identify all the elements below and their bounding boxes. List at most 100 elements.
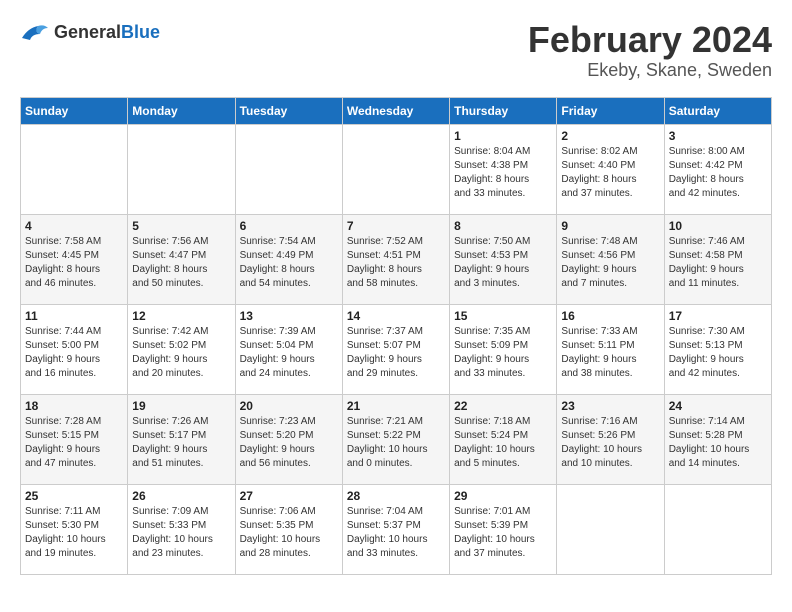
calendar-header-row: SundayMondayTuesdayWednesdayThursdayFrid… [21,97,772,124]
day-number: 3 [669,129,767,143]
calendar-cell: 14 Sunrise: 7:37 AM Sunset: 5:07 PM Dayli… [342,304,449,394]
calendar-cell: 12Sunrise: 7:42 AM Sunset: 5:02 PM Dayli… [128,304,235,394]
day-number: 25 [25,489,123,503]
calendar-week-2: 4 Sunrise: 7:58 AM Sunset: 4:45 PM Daylig… [21,214,772,304]
day-info: Sunrise: 7:01 AM Sunset: 5:39 PM Dayligh… [454,505,552,561]
day-info: Sunrise: 7:30 AM Sunset: 5:13 PM Dayligh… [669,325,767,381]
day-number: 10 [669,219,767,233]
day-number: 22 [454,399,552,413]
day-number: 23 [561,399,659,413]
calendar-cell [128,124,235,214]
day-info: Sunrise: 7:56 AM Sunset: 4:47 PM Dayligh… [132,235,230,291]
weekday-header-tuesday: Tuesday [235,97,342,124]
day-number: 9 [561,219,659,233]
day-info: Sunrise: 7:35 AM Sunset: 5:09 PM Dayligh… [454,325,552,381]
logo-general: General [54,22,121,42]
calendar-cell: 6 Sunrise: 7:54 AM Sunset: 4:49 PM Daylig… [235,214,342,304]
day-info: Sunrise: 8:00 AM Sunset: 4:42 PM Dayligh… [669,145,767,201]
day-number: 13 [240,309,338,323]
day-number: 27 [240,489,338,503]
day-info: Sunrise: 7:21 AM Sunset: 5:22 PM Dayligh… [347,415,445,471]
calendar-cell: 24Sunrise: 7:14 AM Sunset: 5:28 PM Dayli… [664,394,771,484]
weekday-header-monday: Monday [128,97,235,124]
calendar-cell: 28Sunrise: 7:04 AM Sunset: 5:37 PM Dayli… [342,484,449,574]
day-info: Sunrise: 8:04 AM Sunset: 4:38 PM Dayligh… [454,145,552,201]
calendar-cell: 13 Sunrise: 7:39 AM Sunset: 5:04 PM Dayli… [235,304,342,394]
weekday-header-wednesday: Wednesday [342,97,449,124]
day-info: Sunrise: 7:48 AM Sunset: 4:56 PM Dayligh… [561,235,659,291]
day-number: 11 [25,309,123,323]
calendar-cell [342,124,449,214]
day-number: 5 [132,219,230,233]
calendar-cell [557,484,664,574]
calendar-cell: 15 Sunrise: 7:35 AM Sunset: 5:09 PM Dayli… [450,304,557,394]
calendar-cell: 27 Sunrise: 7:06 AM Sunset: 5:35 PM Dayli… [235,484,342,574]
calendar-week-3: 11 Sunrise: 7:44 AM Sunset: 5:00 PM Dayli… [21,304,772,394]
calendar-cell: 8Sunrise: 7:50 AM Sunset: 4:53 PM Daylig… [450,214,557,304]
calendar-cell [664,484,771,574]
calendar-cell: 11 Sunrise: 7:44 AM Sunset: 5:00 PM Dayli… [21,304,128,394]
calendar-week-5: 25 Sunrise: 7:11 AM Sunset: 5:30 PM Dayli… [21,484,772,574]
calendar-cell: 16 Sunrise: 7:33 AM Sunset: 5:11 PM Dayli… [557,304,664,394]
day-number: 1 [454,129,552,143]
day-number: 4 [25,219,123,233]
day-info: Sunrise: 7:18 AM Sunset: 5:24 PM Dayligh… [454,415,552,471]
day-number: 7 [347,219,445,233]
calendar-cell: 9 Sunrise: 7:48 AM Sunset: 4:56 PM Daylig… [557,214,664,304]
logo-icon [20,20,50,44]
day-info: Sunrise: 7:50 AM Sunset: 4:53 PM Dayligh… [454,235,552,291]
day-info: Sunrise: 7:28 AM Sunset: 5:15 PM Dayligh… [25,415,123,471]
logo-blue: Blue [121,22,160,42]
calendar-cell: 19 Sunrise: 7:26 AM Sunset: 5:17 PM Dayli… [128,394,235,484]
day-number: 6 [240,219,338,233]
day-number: 18 [25,399,123,413]
calendar-cell: 2Sunrise: 8:02 AM Sunset: 4:40 PM Daylig… [557,124,664,214]
calendar-cell: 23 Sunrise: 7:16 AM Sunset: 5:26 PM Dayli… [557,394,664,484]
calendar-week-1: 1 Sunrise: 8:04 AM Sunset: 4:38 PM Daylig… [21,124,772,214]
day-info: Sunrise: 7:26 AM Sunset: 5:17 PM Dayligh… [132,415,230,471]
calendar-table: SundayMondayTuesdayWednesdayThursdayFrid… [20,97,772,575]
day-info: Sunrise: 7:23 AM Sunset: 5:20 PM Dayligh… [240,415,338,471]
calendar-cell: 4 Sunrise: 7:58 AM Sunset: 4:45 PM Daylig… [21,214,128,304]
calendar-week-4: 18 Sunrise: 7:28 AM Sunset: 5:15 PM Dayli… [21,394,772,484]
calendar-cell: 5 Sunrise: 7:56 AM Sunset: 4:47 PM Daylig… [128,214,235,304]
page-title: February 2024 [528,20,772,60]
day-info: Sunrise: 7:11 AM Sunset: 5:30 PM Dayligh… [25,505,123,561]
day-number: 21 [347,399,445,413]
day-number: 14 [347,309,445,323]
calendar-cell: 29 Sunrise: 7:01 AM Sunset: 5:39 PM Dayli… [450,484,557,574]
calendar-cell [235,124,342,214]
day-number: 2 [561,129,659,143]
page-subtitle: Ekeby, Skane, Sweden [528,60,772,81]
day-number: 26 [132,489,230,503]
calendar-cell: 1 Sunrise: 8:04 AM Sunset: 4:38 PM Daylig… [450,124,557,214]
calendar-cell: 7Sunrise: 7:52 AM Sunset: 4:51 PM Daylig… [342,214,449,304]
calendar-cell: 18 Sunrise: 7:28 AM Sunset: 5:15 PM Dayli… [21,394,128,484]
calendar-cell: 10 Sunrise: 7:46 AM Sunset: 4:58 PM Dayli… [664,214,771,304]
day-info: Sunrise: 7:37 AM Sunset: 5:07 PM Dayligh… [347,325,445,381]
day-info: Sunrise: 7:33 AM Sunset: 5:11 PM Dayligh… [561,325,659,381]
day-info: Sunrise: 7:54 AM Sunset: 4:49 PM Dayligh… [240,235,338,291]
weekday-header-thursday: Thursday [450,97,557,124]
calendar-cell: 26Sunrise: 7:09 AM Sunset: 5:33 PM Dayli… [128,484,235,574]
calendar-body: 1 Sunrise: 8:04 AM Sunset: 4:38 PM Daylig… [21,124,772,574]
day-info: Sunrise: 7:46 AM Sunset: 4:58 PM Dayligh… [669,235,767,291]
calendar-cell: 3 Sunrise: 8:00 AM Sunset: 4:42 PM Daylig… [664,124,771,214]
day-number: 16 [561,309,659,323]
day-info: Sunrise: 7:16 AM Sunset: 5:26 PM Dayligh… [561,415,659,471]
day-number: 24 [669,399,767,413]
page-header: GeneralBlue February 2024 Ekeby, Skane, … [20,20,772,81]
day-info: Sunrise: 7:39 AM Sunset: 5:04 PM Dayligh… [240,325,338,381]
calendar-cell: 17Sunrise: 7:30 AM Sunset: 5:13 PM Dayli… [664,304,771,394]
day-info: Sunrise: 7:44 AM Sunset: 5:00 PM Dayligh… [25,325,123,381]
day-number: 19 [132,399,230,413]
logo-text: GeneralBlue [54,22,160,43]
day-number: 15 [454,309,552,323]
day-info: Sunrise: 7:06 AM Sunset: 5:35 PM Dayligh… [240,505,338,561]
weekday-header-saturday: Saturday [664,97,771,124]
calendar-cell [21,124,128,214]
calendar-cell: 21 Sunrise: 7:21 AM Sunset: 5:22 PM Dayli… [342,394,449,484]
weekday-header-sunday: Sunday [21,97,128,124]
day-number: 29 [454,489,552,503]
day-info: Sunrise: 7:58 AM Sunset: 4:45 PM Dayligh… [25,235,123,291]
